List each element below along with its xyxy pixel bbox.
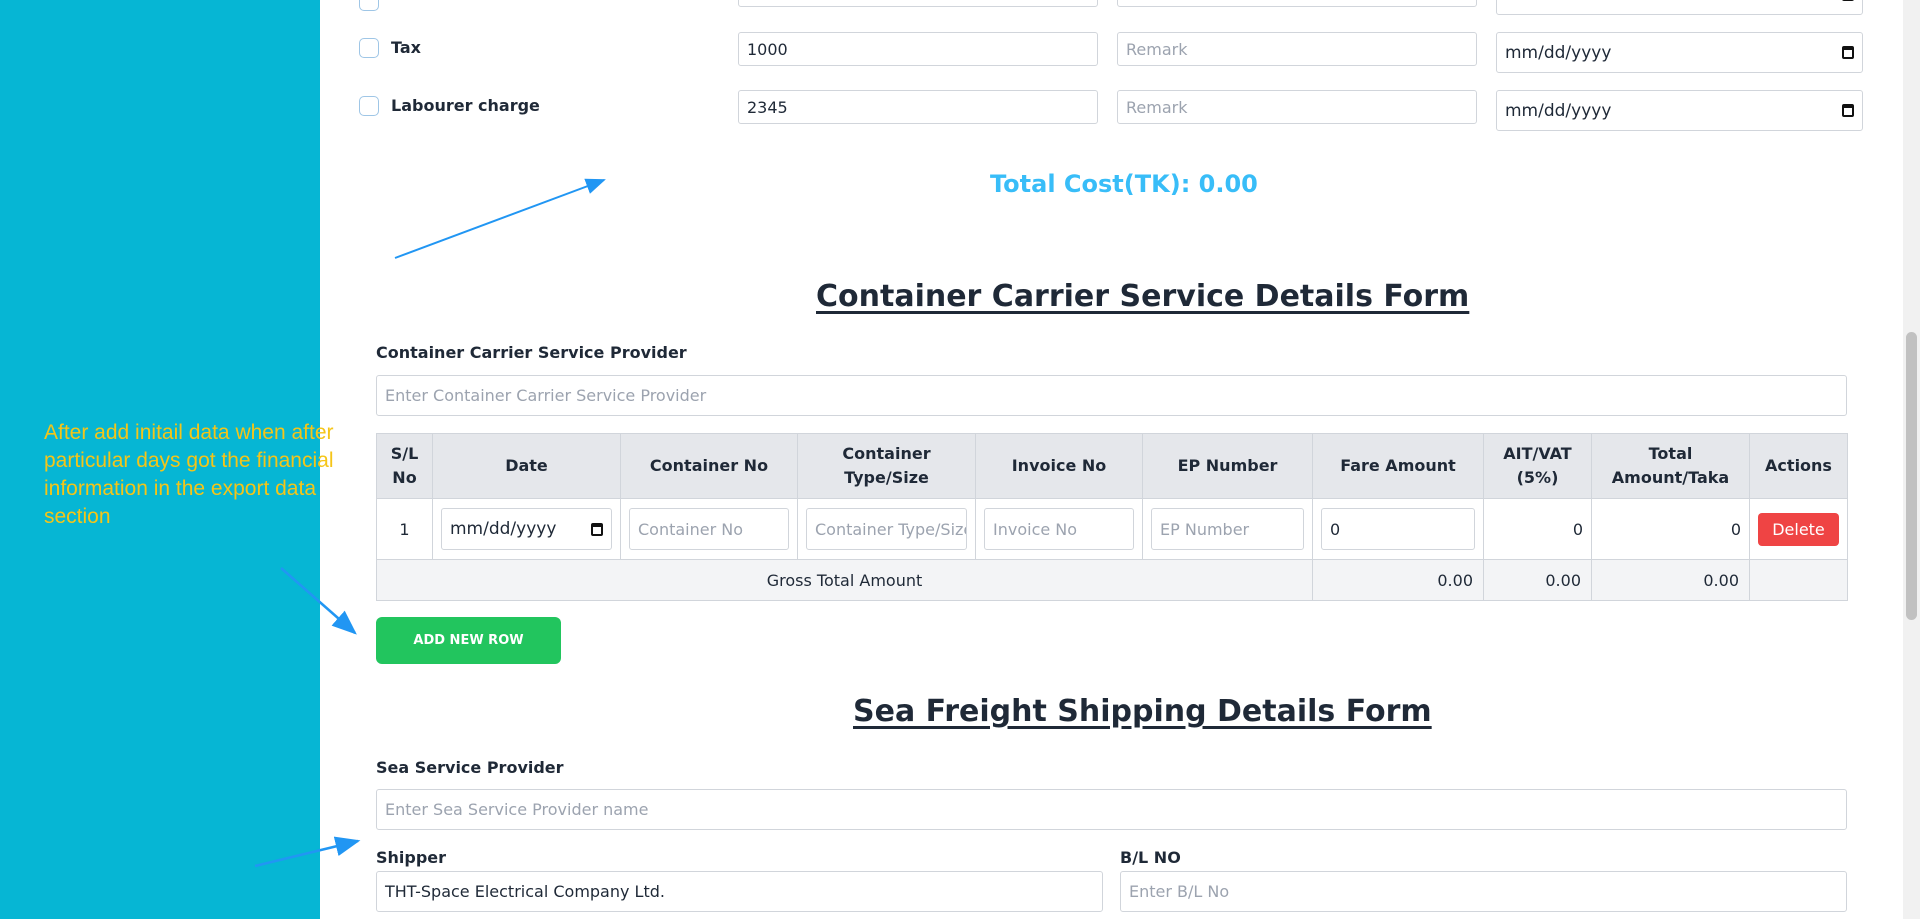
container-provider-label: Container Carrier Service Provider <box>376 343 687 362</box>
labourer-date-input[interactable]: mm/dd/yyyy <box>1496 90 1863 131</box>
gross-empty <box>1749 559 1848 601</box>
delete-button[interactable]: Delete <box>1758 512 1839 546</box>
labourer-amount-input[interactable]: 2345 <box>738 90 1098 124</box>
table-header-row: S/L No Date Container No Container Type/… <box>376 433 1848 499</box>
gross-total-label: Gross Total Amount <box>376 559 1313 601</box>
fare-amount-input[interactable]: 0 <box>1321 508 1475 550</box>
partial-row-amount-input[interactable] <box>738 0 1098 7</box>
row-actions-cell: Delete <box>1749 498 1848 560</box>
row-date-text: mm/dd/yyyy <box>450 519 557 539</box>
partial-row-remark-input[interactable] <box>1117 0 1477 7</box>
scrollbar-thumb[interactable] <box>1906 332 1917 620</box>
container-provider-input[interactable]: Enter Container Carrier Service Provider <box>376 375 1847 416</box>
tax-amount-input[interactable]: 1000 <box>738 32 1098 66</box>
bl-label: B/L NO <box>1120 848 1181 867</box>
row-invoice-cell: Invoice No <box>975 498 1143 560</box>
shipper-input[interactable]: THT-Space Electrical Company Ltd. <box>376 871 1103 912</box>
invoice-no-input[interactable]: Invoice No <box>984 508 1134 550</box>
calendar-icon <box>1842 46 1854 59</box>
gross-fare: 0.00 <box>1312 559 1484 601</box>
tax-remark-input[interactable]: Remark <box>1117 32 1477 66</box>
add-new-row-button[interactable]: ADD NEW ROW <box>376 617 561 664</box>
row-sl: 1 <box>376 498 433 560</box>
row-date-cell: mm/dd/yyyy <box>432 498 621 560</box>
container-type-input[interactable]: Container Type/Size <box>806 508 967 550</box>
table-row: 1 mm/dd/yyyy Container No Container Type… <box>376 498 1848 560</box>
bl-input[interactable]: Enter B/L No <box>1120 871 1847 912</box>
row-total: 0 <box>1591 498 1750 560</box>
sea-form-title: Sea Freight Shipping Details Form <box>853 694 1432 729</box>
total-cost: Total Cost(TK): 0.00 <box>990 170 1258 198</box>
partial-row-date-input[interactable] <box>1496 0 1863 15</box>
calendar-icon <box>1842 104 1854 117</box>
container-table: S/L No Date Container No Container Type/… <box>376 433 1848 601</box>
gross-total-row: Gross Total Amount 0.00 0.00 0.00 <box>376 559 1848 601</box>
container-form-title: Container Carrier Service Details Form <box>816 279 1470 314</box>
annotation-text: After add initail data when after partic… <box>44 421 334 528</box>
container-no-input[interactable]: Container No <box>629 508 789 550</box>
col-container-no: Container No <box>620 433 798 499</box>
col-fare-amount: Fare Amount <box>1312 433 1484 499</box>
shipper-label: Shipper <box>376 848 447 867</box>
labourer-label: Labourer charge <box>391 96 540 115</box>
row-ep-cell: EP Number <box>1142 498 1313 560</box>
partial-row-checkbox[interactable] <box>359 0 379 11</box>
sea-provider-label: Sea Service Provider <box>376 758 564 777</box>
calendar-icon <box>1842 0 1854 1</box>
tax-date-text: mm/dd/yyyy <box>1505 42 1612 63</box>
tax-label: Tax <box>391 38 421 57</box>
col-actions: Actions <box>1749 433 1848 499</box>
row-ait-vat: 0 <box>1483 498 1592 560</box>
col-total-amount: Total Amount/Taka <box>1591 433 1750 499</box>
col-sl: S/L No <box>376 433 433 499</box>
row-container-type-cell: Container Type/Size <box>797 498 976 560</box>
row-container-no-cell: Container No <box>620 498 798 560</box>
gross-ait: 0.00 <box>1483 559 1592 601</box>
gross-total: 0.00 <box>1591 559 1750 601</box>
arrow-to-total-cost <box>394 178 606 259</box>
sea-provider-input[interactable]: Enter Sea Service Provider name <box>376 789 1847 830</box>
col-invoice-no: Invoice No <box>975 433 1143 499</box>
labourer-checkbox[interactable] <box>359 96 379 116</box>
col-ep-number: EP Number <box>1142 433 1313 499</box>
row-date-input[interactable]: mm/dd/yyyy <box>441 508 612 550</box>
tax-checkbox[interactable] <box>359 38 379 58</box>
tax-date-input[interactable]: mm/dd/yyyy <box>1496 32 1863 73</box>
calendar-icon <box>591 522 603 536</box>
col-date: Date <box>432 433 621 499</box>
col-ait-vat: AIT/VAT (5%) <box>1483 433 1592 499</box>
labourer-remark-input[interactable]: Remark <box>1117 90 1477 124</box>
labourer-date-text: mm/dd/yyyy <box>1505 100 1612 121</box>
row-fare-cell: 0 <box>1312 498 1484 560</box>
ep-number-input[interactable]: EP Number <box>1151 508 1304 550</box>
col-container-type: Container Type/Size <box>797 433 976 499</box>
